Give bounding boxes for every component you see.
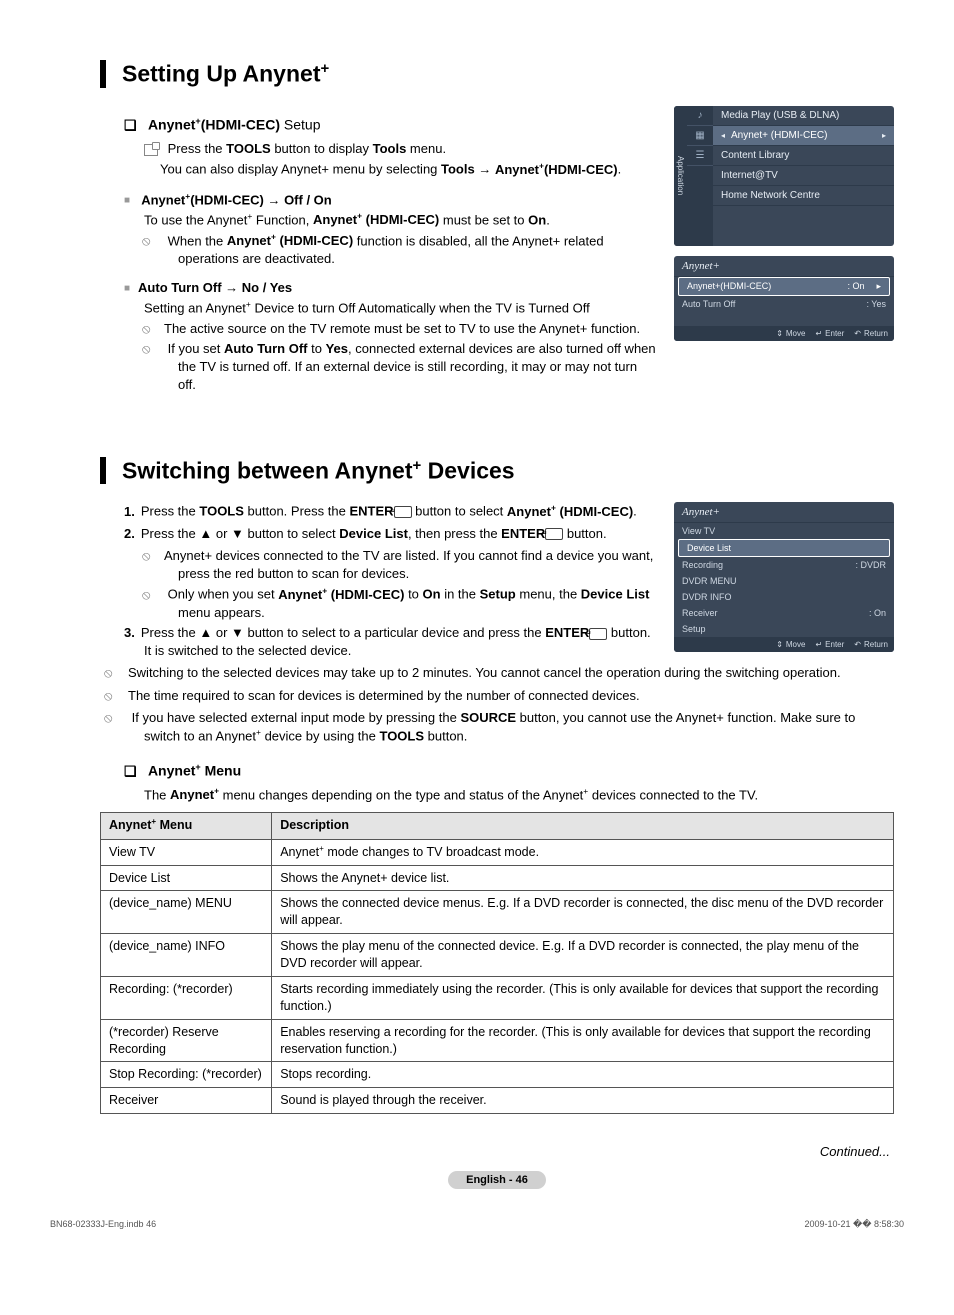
auto-off-note1: The active source on the TV remote must … <box>160 320 658 338</box>
tools-instruction-2: You can also display Anynet+ menu by sel… <box>160 160 658 179</box>
osd-dev-row: Recording: DVDR <box>674 557 894 573</box>
osd-item: Content Library <box>713 146 894 166</box>
section2-title: Switching between Anynet+ Devices <box>100 457 894 485</box>
osd-footer: Move Enter Return <box>674 637 894 652</box>
osd-tab-application: Application <box>674 106 687 246</box>
auto-off-note2: If you set Auto Turn Off to Yes, connect… <box>160 340 658 395</box>
enter-icon <box>589 628 607 640</box>
osd-icon-3: ☰ <box>687 146 713 166</box>
continued-label: Continued... <box>100 1144 890 1159</box>
table-row: View TVAnynet+ mode changes to TV broadc… <box>101 839 894 865</box>
osd-setup-row: Auto Turn Off: Yes <box>674 296 894 312</box>
osd-item: Home Network Centre <box>713 186 894 206</box>
step2-note1: Anynet+ devices connected to the TV are … <box>160 547 658 583</box>
osd-setup-row-selected: Anynet+(HDMI-CEC): On▸ <box>678 277 890 296</box>
enter-icon <box>394 506 412 518</box>
auto-off-desc: Setting an Anynet+ Device to turn Off Au… <box>144 299 658 318</box>
osd-icon-1: ♪ <box>687 106 713 126</box>
osd-dev-row: DVDR MENU <box>674 573 894 589</box>
gen-note-1: Switching to the selected devices may ta… <box>124 664 894 682</box>
anynet-menu-table: Anynet+ Menu Description View TVAnynet+ … <box>100 812 894 1114</box>
osd-footer: Move Enter Return <box>674 326 894 341</box>
osd-anynet-title: Anynet+ <box>674 256 894 277</box>
table-row: Device ListShows the Anynet+ device list… <box>101 865 894 891</box>
section1-title: Setting Up Anynet+ <box>100 60 894 88</box>
osd-dev-row: Receiver: On <box>674 605 894 621</box>
anynet-menu-intro: The Anynet+ menu changes depending on th… <box>144 786 894 805</box>
bullet-hdmi-cec: Anynet+(HDMI-CEC) → Off / On <box>124 191 658 207</box>
table-row: Stop Recording: (*recorder)Stops recordi… <box>101 1062 894 1088</box>
osd-device-list: Anynet+ View TV Device List Recording: D… <box>674 502 894 652</box>
bullet-auto-turn-off: Auto Turn Off → No / Yes <box>124 280 658 295</box>
osd-icon-2: ▦ <box>687 126 713 146</box>
tools-instruction: Press the TOOLS button to display Tools … <box>144 140 658 158</box>
table-header-desc: Description <box>272 813 894 839</box>
print-meta: BN68-02333J-Eng.indb 46 2009-10-21 �� 8:… <box>40 1219 914 1230</box>
osd-item: Media Play (USB & DLNA) <box>713 106 894 126</box>
table-row: ReceiverSound is played through the rece… <box>101 1088 894 1114</box>
table-row: (*recorder) Reserve RecordingEnables res… <box>101 1019 894 1062</box>
step2-note2: Only when you set Anynet+ (HDMI-CEC) to … <box>160 585 658 622</box>
osd-item: Internet@TV <box>713 166 894 186</box>
table-row: (device_name) INFOShows the play menu of… <box>101 934 894 977</box>
osd-dev-row: View TV <box>674 523 894 539</box>
table-header-menu: Anynet+ Menu <box>101 813 272 839</box>
page-number: English - 46 <box>100 1171 894 1189</box>
hdmi-cec-note: When the Anynet+ (HDMI-CEC) function is … <box>160 232 658 269</box>
osd-dev-row-selected: Device List <box>678 539 890 557</box>
osd-application-menu: Application ♪ ▦ ☰ Media Play (USB & DLNA… <box>674 106 894 246</box>
sub-setup-heading: Anynet+(HDMI-CEC) Setup <box>124 116 658 134</box>
osd-anynet-setup: Anynet+ Anynet+(HDMI-CEC): On▸ Auto Turn… <box>674 256 894 341</box>
osd-item-selected: ◂Anynet+ (HDMI-CEC)▸ <box>713 126 894 146</box>
step-3: 3.Press the ▲ or ▼ button to select to a… <box>124 624 658 660</box>
gen-note-3: If you have selected external input mode… <box>124 709 894 746</box>
tools-icon <box>144 144 158 156</box>
osd-dev-row: DVDR INFO <box>674 589 894 605</box>
enter-icon <box>545 528 563 540</box>
table-row: (device_name) MENUShows the connected de… <box>101 891 894 934</box>
table-row: Recording: (*recorder)Starts recording i… <box>101 976 894 1019</box>
osd-device-title: Anynet+ <box>674 502 894 523</box>
osd-dev-row: Setup <box>674 621 894 637</box>
gen-note-2: The time required to scan for devices is… <box>124 687 894 705</box>
anynet-menu-heading: Anynet+ Menu <box>124 762 894 780</box>
hdmi-cec-desc: To use the Anynet+ Function, Anynet+ (HD… <box>144 211 658 230</box>
step-2: 2.Press the ▲ or ▼ button to select Devi… <box>124 525 658 543</box>
step-1: 1.Press the TOOLS button. Press the ENTE… <box>124 502 658 521</box>
